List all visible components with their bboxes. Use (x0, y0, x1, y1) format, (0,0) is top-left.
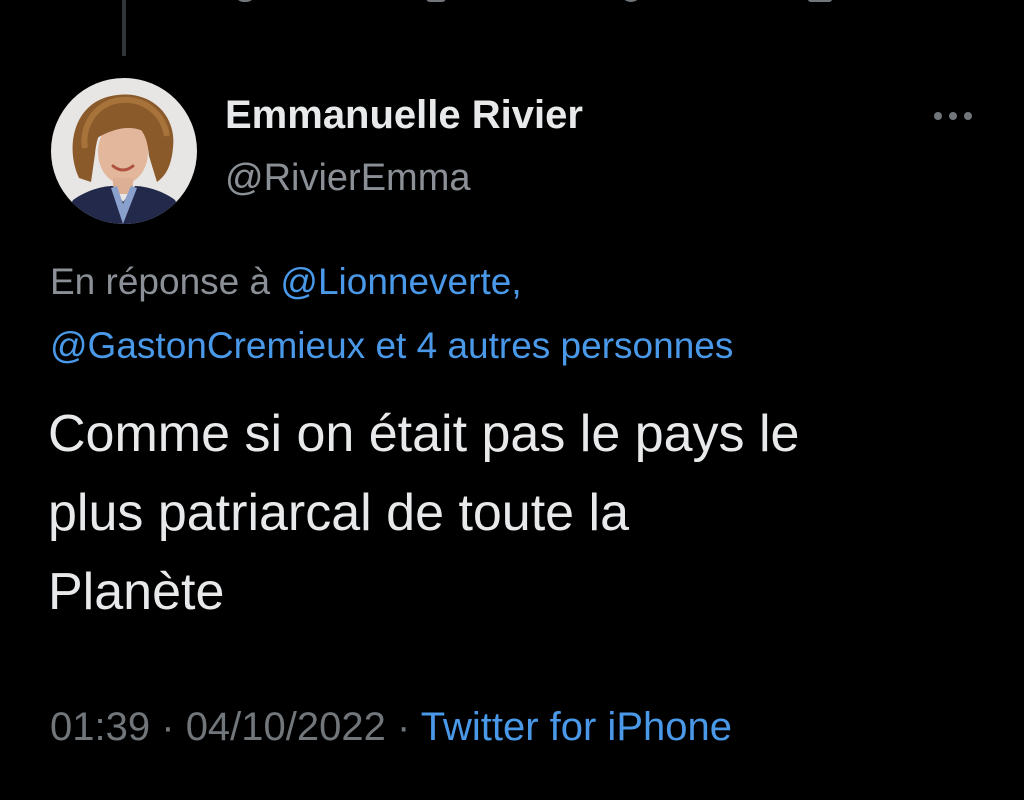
tweet-text-line: Planète (48, 563, 225, 621)
more-options-button[interactable] (930, 104, 976, 128)
tweet-date[interactable]: 04/10/2022 (186, 705, 386, 749)
tweet-text-line: plus patriarcal de toute la (48, 484, 630, 542)
user-handle[interactable]: @RivierEmma (225, 157, 470, 200)
tweet-text: Comme si on était pas le pays le plus pa… (48, 395, 998, 632)
avatar[interactable] (51, 78, 197, 224)
reply-icon[interactable] (234, 0, 256, 2)
mention-link[interactable]: @GastonCremieux (50, 325, 365, 366)
meta-separator: · (397, 705, 411, 749)
like-icon[interactable] (620, 0, 642, 2)
tweet-metadata: 01:39 · 04/10/2022 · Twitter for iPhone (50, 705, 732, 750)
previous-tweet-action-bar (220, 0, 860, 8)
reply-prefix: En réponse à (50, 261, 271, 302)
tweet-time[interactable]: 01:39 (50, 705, 150, 749)
share-icon[interactable] (808, 0, 832, 2)
meta-separator: · (161, 705, 175, 749)
tweet-source-link[interactable]: Twitter for iPhone (421, 705, 732, 749)
tweet-text-line: Comme si on était pas le pays le (48, 405, 800, 463)
other-recipients-link[interactable]: et 4 autres personnes (375, 325, 733, 366)
more-horizontal-icon (934, 112, 942, 120)
mention-link[interactable]: @Lionneverte, (280, 261, 521, 302)
reply-context: En réponse à @Lionneverte, @GastonCremie… (50, 250, 990, 378)
display-name[interactable]: Emmanuelle Rivier (225, 93, 583, 138)
retweet-icon[interactable] (426, 0, 446, 2)
thread-connector-line (122, 0, 126, 56)
